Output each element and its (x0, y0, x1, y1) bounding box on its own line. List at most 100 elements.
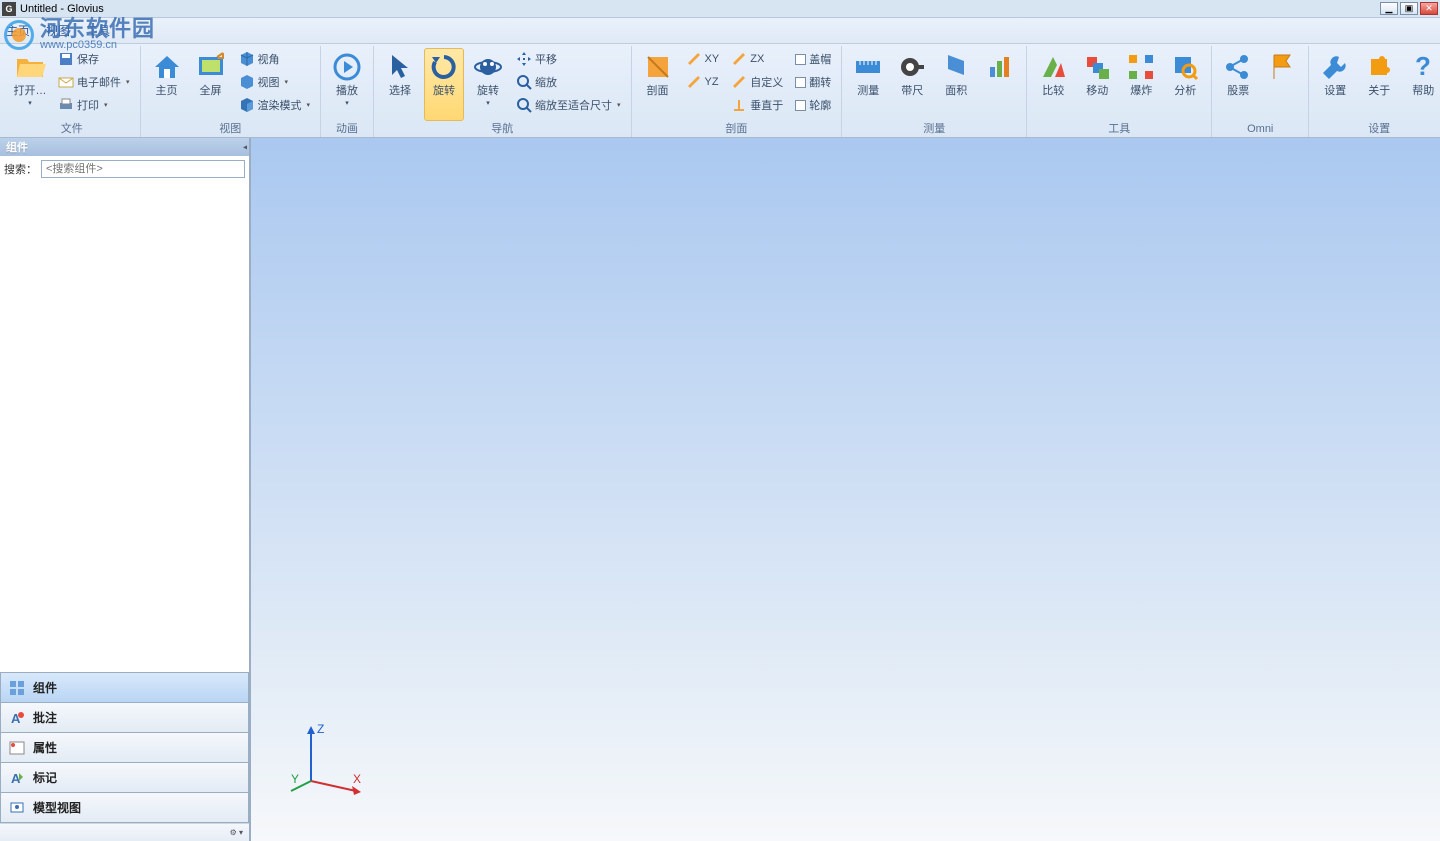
group-measure: 测量 带尺 面积 测量 (842, 46, 1027, 137)
svg-text:Y: Y (291, 772, 299, 786)
group-tools: 比较 移动 爆炸 分析 工具 (1027, 46, 1212, 137)
settings-button[interactable]: 设置 (1315, 48, 1355, 121)
save-icon (58, 51, 74, 67)
fullscreen-button[interactable]: 全屏 (191, 48, 231, 121)
rotate-button[interactable]: 旋转 (424, 48, 464, 121)
measure-button[interactable]: 测量 (848, 48, 888, 121)
group-settings: 设置 关于 ? 帮助 设置 (1309, 46, 1440, 137)
play-button[interactable]: 播放 ▾ (327, 48, 367, 121)
move-icon (1081, 51, 1113, 83)
area-icon (940, 51, 972, 83)
plane-icon (686, 51, 702, 67)
close-button[interactable]: ✕ (1420, 2, 1438, 15)
tab-components[interactable]: 组件 (0, 672, 249, 703)
annotation-icon: A (9, 710, 25, 726)
checkbox-icon (795, 100, 806, 111)
flag-icon (1266, 51, 1298, 83)
modelview-icon (9, 800, 25, 816)
outline-checkbox[interactable]: 轮廓 (791, 94, 835, 116)
email-button[interactable]: 电子邮件▾ (54, 71, 134, 93)
minimize-button[interactable]: ▁ (1380, 2, 1398, 15)
select-button[interactable]: 选择 (380, 48, 420, 121)
save-button[interactable]: 保存 (54, 48, 134, 70)
area-button[interactable]: 面积 (936, 48, 976, 121)
maximize-button[interactable]: ▣ (1400, 2, 1418, 15)
group-file: 打开… ▾ 保存 电子邮件▾ 打印▾ 文件 (4, 46, 141, 137)
print-button[interactable]: 打印▾ (54, 94, 134, 116)
checkbox-icon (795, 54, 806, 65)
plane-icon (686, 74, 702, 90)
component-tree[interactable] (0, 182, 249, 672)
pan-button[interactable]: 平移 (512, 48, 625, 70)
help-button[interactable]: ? 帮助 (1403, 48, 1440, 121)
zoom-icon (516, 74, 532, 90)
fullscreen-icon (195, 51, 227, 83)
xy-button[interactable]: XY (682, 48, 724, 70)
tab-annotations[interactable]: A 批注 (0, 702, 249, 733)
rendermode-button[interactable]: 渲染模式▾ (235, 94, 315, 116)
markup-icon: A (9, 770, 25, 786)
group-navigation: 选择 旋转 旋转 ▾ 平移 缩放 缩放至适合尺寸▾ 导航 (374, 46, 632, 137)
sidebar-footer[interactable]: ⚙ ▾ (0, 823, 249, 841)
fit-button[interactable]: 缩放至适合尺寸▾ (512, 94, 625, 116)
viewport-3d[interactable]: Z X Y (250, 138, 1440, 841)
section-button[interactable]: 剖面 (638, 48, 678, 121)
section-icon (642, 51, 674, 83)
zx-button[interactable]: ZX (727, 48, 787, 70)
print-icon (58, 97, 74, 113)
move-button[interactable]: 移动 (1077, 48, 1117, 121)
menu-home[interactable]: 主页 (6, 22, 30, 39)
ruler-button[interactable]: 带尺 (892, 48, 932, 121)
zoom-fit-icon (516, 97, 532, 113)
about-button[interactable]: 关于 (1359, 48, 1399, 121)
explode-button[interactable]: 爆炸 (1121, 48, 1161, 121)
svg-text:X: X (353, 772, 361, 786)
explode-icon (1125, 51, 1157, 83)
chart-icon (984, 51, 1016, 83)
share-icon (1222, 51, 1254, 83)
zoom-button[interactable]: 缩放 (512, 71, 625, 93)
title-bar: G Untitled - Glovius ▁ ▣ ✕ (0, 0, 1440, 18)
puzzle-icon (1363, 51, 1395, 83)
compare-button[interactable]: 比较 (1033, 48, 1073, 121)
help-icon: ? (1407, 51, 1439, 83)
group-animation: 播放 ▾ 动画 (321, 46, 374, 137)
svg-text:Z: Z (317, 722, 324, 736)
ribbon: 打开… ▾ 保存 电子邮件▾ 打印▾ 文件 主页 全屏 视角 视图▾ (0, 44, 1440, 138)
attributes-icon (9, 740, 25, 756)
group-omni: 股票 Omni (1212, 46, 1309, 137)
group-section: 剖面 XY YZ . ZX 自定义 垂直于 盖帽 翻转 轮廓 剖面 (632, 46, 843, 137)
home-icon (151, 51, 183, 83)
views-button[interactable]: 视图▾ (235, 71, 315, 93)
tab-markup[interactable]: A 标记 (0, 762, 249, 793)
flip-checkbox[interactable]: 翻转 (791, 71, 835, 93)
menu-view[interactable]: 视图 (46, 22, 70, 39)
pan-icon (516, 51, 532, 67)
analyze-icon (1169, 51, 1201, 83)
tab-attributes[interactable]: 属性 (0, 732, 249, 763)
yz-button[interactable]: YZ (682, 71, 724, 93)
cap-checkbox[interactable]: 盖帽 (791, 48, 835, 70)
panel-header: 组件 (0, 138, 249, 156)
stock-button[interactable]: 股票 (1218, 48, 1258, 121)
perpendicular-button[interactable]: 垂直于 (727, 94, 787, 116)
menu-tools[interactable]: 工具 (86, 22, 110, 39)
chevron-down-icon: ▾ (28, 99, 32, 107)
group-view: 主页 全屏 视角 视图▾ 渲染模式▾ 视图 (141, 46, 322, 137)
chevron-left-icon[interactable]: ◂ (243, 143, 247, 152)
omni-extra-button[interactable] (1262, 48, 1302, 121)
analyze-button[interactable]: 分析 (1165, 48, 1205, 121)
home-button[interactable]: 主页 (147, 48, 187, 121)
measure-icon (852, 51, 884, 83)
wrench-icon (1319, 51, 1351, 83)
measure-extra-button[interactable] (980, 48, 1020, 121)
checkbox-icon (795, 77, 806, 88)
tab-modelviews[interactable]: 模型视图 (0, 792, 249, 823)
open-button[interactable]: 打开… ▾ (10, 48, 50, 121)
perspective-button[interactable]: 视角 (235, 48, 315, 70)
spin-button[interactable]: 旋转 ▾ (468, 48, 508, 121)
custom-section-button[interactable]: 自定义 (727, 71, 787, 93)
folder-open-icon (14, 51, 46, 83)
search-input[interactable] (41, 160, 245, 178)
app-icon: G (2, 2, 16, 16)
